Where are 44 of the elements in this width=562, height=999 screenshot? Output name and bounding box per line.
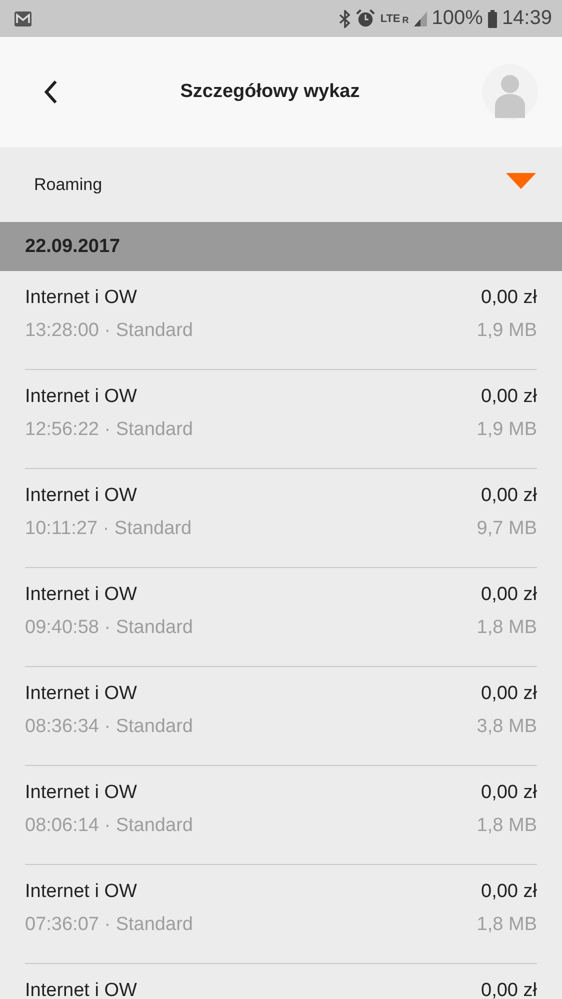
item-name: Internet i OW [25,683,137,705]
item-amount: 0,00 zł [481,485,537,507]
item-size: 1,9 MB [476,320,537,342]
item-name: Internet i OW [25,980,137,999]
item-name: Internet i OW [25,386,137,408]
back-icon[interactable] [44,79,58,105]
item-amount: 0,00 zł [481,287,537,309]
item-detail: 10:11:27 · Standard [25,518,192,540]
item-size: 1,8 MB [476,914,537,936]
dropdown-arrow-icon [506,172,536,188]
battery-percent: 100% [432,7,483,30]
item-amount: 0,00 zł [481,980,537,999]
item-detail: 13:28:00 · Standard [25,320,193,342]
item-detail: 12:56:22 · Standard [25,419,193,441]
item-detail: 07:36:07 · Standard [25,914,193,936]
item-detail: 09:40:58 · Standard [25,617,193,639]
screen-title: Szczegółowy wykaz [180,81,360,103]
mail-icon [14,10,32,26]
item-detail: 08:36:34 · Standard [25,716,193,738]
filter-dropdown[interactable]: Roaming [0,147,562,222]
clock: 14:39 [502,7,552,30]
bluetooth-icon [339,10,352,28]
item-amount: 0,00 zł [481,782,537,804]
item-amount: 0,00 zł [481,683,537,705]
alarm-icon [356,9,376,28]
item-size: 3,8 MB [476,716,537,738]
item-size: 1,8 MB [476,815,537,837]
item-amount: 0,00 zł [481,386,537,408]
item-amount: 0,00 zł [481,584,537,606]
network-label: LTE [380,12,400,24]
item-amount: 0,00 zł [481,881,537,903]
item-name: Internet i OW [25,881,137,903]
item-size: 1,8 MB [476,617,537,639]
item-name: Internet i OW [25,287,137,309]
battery-icon [488,10,497,28]
date-label: 22.09.2017 [25,236,120,258]
roaming-label: R [402,15,409,25]
item-detail: 08:06:14 · Standard [25,815,193,837]
item-name: Internet i OW [25,584,137,606]
signal-icon [414,10,427,26]
item-size: 1,9 MB [476,419,537,441]
item-name: Internet i OW [25,485,137,507]
item-size: 9,7 MB [476,518,537,540]
item-name: Internet i OW [25,782,137,804]
